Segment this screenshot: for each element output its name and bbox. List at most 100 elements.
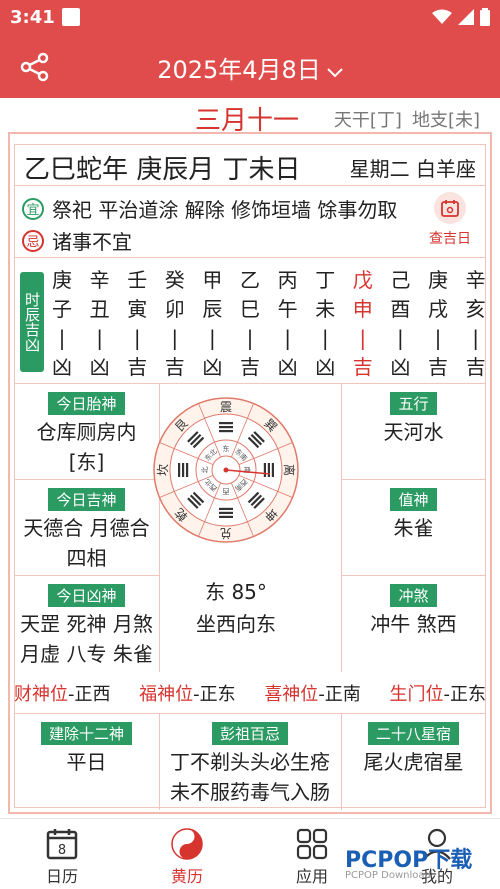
- ji-row: 忌 诸事不宜: [22, 226, 132, 255]
- compass-trigram-name: 兑: [220, 526, 232, 540]
- hour-zhi: 酉: [390, 297, 411, 321]
- jishen-line1: 天德合 月德合: [23, 516, 150, 540]
- date-selector[interactable]: 2025年4月8日: [0, 50, 500, 85]
- zhishen-value: 朱雀: [393, 516, 434, 540]
- hour-column: 甲辰 | 凶: [198, 266, 226, 382]
- hour-gan: 庚: [428, 268, 448, 292]
- yinyang-icon[interactable]: [147, 827, 227, 861]
- hour-sep: |: [397, 326, 404, 350]
- hour-sep: |: [171, 326, 179, 350]
- hour-sep: |: [209, 326, 216, 350]
- hour-luck: 凶: [277, 355, 298, 379]
- calendar-day: 8: [58, 843, 66, 858]
- hour-column: 庚子 | 凶: [48, 266, 76, 382]
- hour-column: 丁未 | 凶: [311, 266, 339, 382]
- calendar-icon[interactable]: 8: [22, 827, 102, 861]
- hour-zhi: 戌: [428, 297, 448, 321]
- trigram-symbol: [178, 463, 189, 477]
- hour-luck: 凶: [89, 355, 110, 379]
- lookup-label[interactable]: 查吉日: [429, 231, 471, 247]
- compass-center-dot: [223, 467, 229, 473]
- yi-badge: 宜: [22, 197, 44, 220]
- nav-label[interactable]: 日历: [22, 863, 102, 887]
- nav-almanac[interactable]: 黄历: [147, 827, 227, 887]
- weekday-zodiac: 星期二 白羊座: [349, 157, 476, 181]
- compass-trigram-name: 震: [220, 400, 232, 414]
- status-icons: [432, 8, 490, 30]
- xiongshen-line1: 天罡 死神 月煞: [20, 612, 153, 636]
- tiangan-dizhi: 天干[丁] 地支[未]: [324, 106, 480, 132]
- notification-icon: [62, 8, 80, 26]
- jishen-cell: 今日吉神 天德合 月德合 四相: [14, 480, 159, 576]
- hour-zhi: 子: [52, 297, 72, 321]
- compass-facing: 坐西向东: [196, 612, 276, 636]
- xiongshen-tag: 今日凶神: [48, 584, 125, 607]
- hour-zhi: 丑: [89, 297, 110, 321]
- hour-gan: 乙: [240, 268, 260, 292]
- compass-trigram-name: 坎: [156, 464, 170, 476]
- hour-gan: 癸: [164, 268, 185, 292]
- wifi-icon: [432, 9, 452, 29]
- lookup-lucky-day-button[interactable]: 查吉日: [422, 192, 478, 248]
- date-title[interactable]: 2025年4月8日: [157, 56, 321, 84]
- taishen-line2: [东]: [68, 450, 105, 474]
- hour-gan: 辛: [89, 268, 110, 292]
- hour-column: 乙巳 | 吉: [236, 266, 264, 382]
- hour-column: 戊申 | 吉: [349, 266, 377, 382]
- battery-icon: [480, 8, 490, 30]
- status-bar: 3:41: [0, 0, 500, 36]
- apps-grid-icon[interactable]: [272, 827, 352, 861]
- app-bar: 2025年4月8日: [0, 36, 500, 98]
- hour-gan: 丙: [277, 268, 298, 292]
- trigram-symbol: [219, 422, 233, 433]
- god-position: 财神位-正西: [14, 680, 111, 706]
- nav-label[interactable]: 应用: [272, 863, 352, 887]
- hour-column: 丙午 | 凶: [274, 266, 302, 382]
- hour-zhi: 辰: [202, 297, 223, 321]
- taishen-line1: 仓库厕房内: [36, 420, 137, 444]
- jianchu-cell: 建除十二神 平日: [14, 714, 159, 810]
- hour-column: 辛丑 | 凶: [86, 266, 114, 382]
- hour-sep: |: [472, 326, 479, 350]
- hour-luck: 凶: [315, 355, 336, 379]
- hour-zhi: 午: [277, 297, 298, 321]
- chevron-down-icon[interactable]: [327, 56, 343, 84]
- hour-zhi: 未: [315, 297, 336, 321]
- nav-label[interactable]: 黄历: [147, 863, 227, 887]
- hour-gan: 己: [390, 268, 411, 292]
- jianchu-tag: 建除十二神: [40, 722, 132, 745]
- chongsha-cell: 冲煞 冲牛 煞西: [341, 576, 486, 672]
- hour-gan: 丁: [315, 268, 336, 292]
- ganzhi-text: 乙巳蛇年 庚辰月 丁未日: [24, 155, 301, 185]
- hour-luck: 吉: [240, 355, 260, 379]
- status-time: 3:41: [10, 7, 55, 28]
- hour-sep: |: [96, 326, 103, 350]
- god-position-value: -正南: [318, 683, 361, 705]
- hour-zhi: 申: [352, 297, 373, 321]
- ji-badge: 忌: [22, 229, 44, 252]
- hour-luck: 吉: [164, 355, 185, 379]
- hour-gan: 壬: [127, 268, 148, 292]
- god-position-value: -正东: [443, 683, 486, 705]
- jishen-line2: 四相: [66, 546, 107, 570]
- xiongshen-line2: 月虚 八专 朱雀: [20, 642, 153, 666]
- nav-apps[interactable]: 应用: [272, 827, 352, 887]
- hour-luck: 吉: [465, 355, 486, 379]
- hour-sep: |: [58, 326, 66, 350]
- trigram-symbol: [263, 463, 274, 477]
- nav-calendar[interactable]: 8 日历: [22, 827, 102, 887]
- yi-text: 祭祀 平治道涂 解除 修饰垣墙 馀事勿取: [52, 198, 398, 222]
- pengzu-tag: 彭祖百忌: [211, 722, 288, 745]
- hour-sep: |: [321, 326, 329, 350]
- calendar-search-icon[interactable]: [434, 192, 466, 224]
- god-position-value: -正东: [193, 683, 236, 705]
- pengzu-cell: 彭祖百忌 丁不剃头头必生疮 未不服药毒气入肠: [159, 714, 341, 810]
- watermark-logo: PCPOP下载 PCPOP Download: [345, 842, 472, 881]
- ji-text: 诸事不宜: [52, 230, 132, 254]
- xingxiu-cell: 二十八星宿 尾火虎宿星: [341, 714, 486, 810]
- zhishen-tag: 值神: [390, 488, 437, 511]
- wuxing-tag: 五行: [390, 392, 437, 415]
- almanac-header: 乙巳蛇年 庚辰月 丁未日 星期二 白羊座: [14, 144, 486, 186]
- chongsha-value: 冲牛 煞西: [370, 612, 457, 636]
- compass-readout: 东 85° 坐西向东: [146, 576, 326, 640]
